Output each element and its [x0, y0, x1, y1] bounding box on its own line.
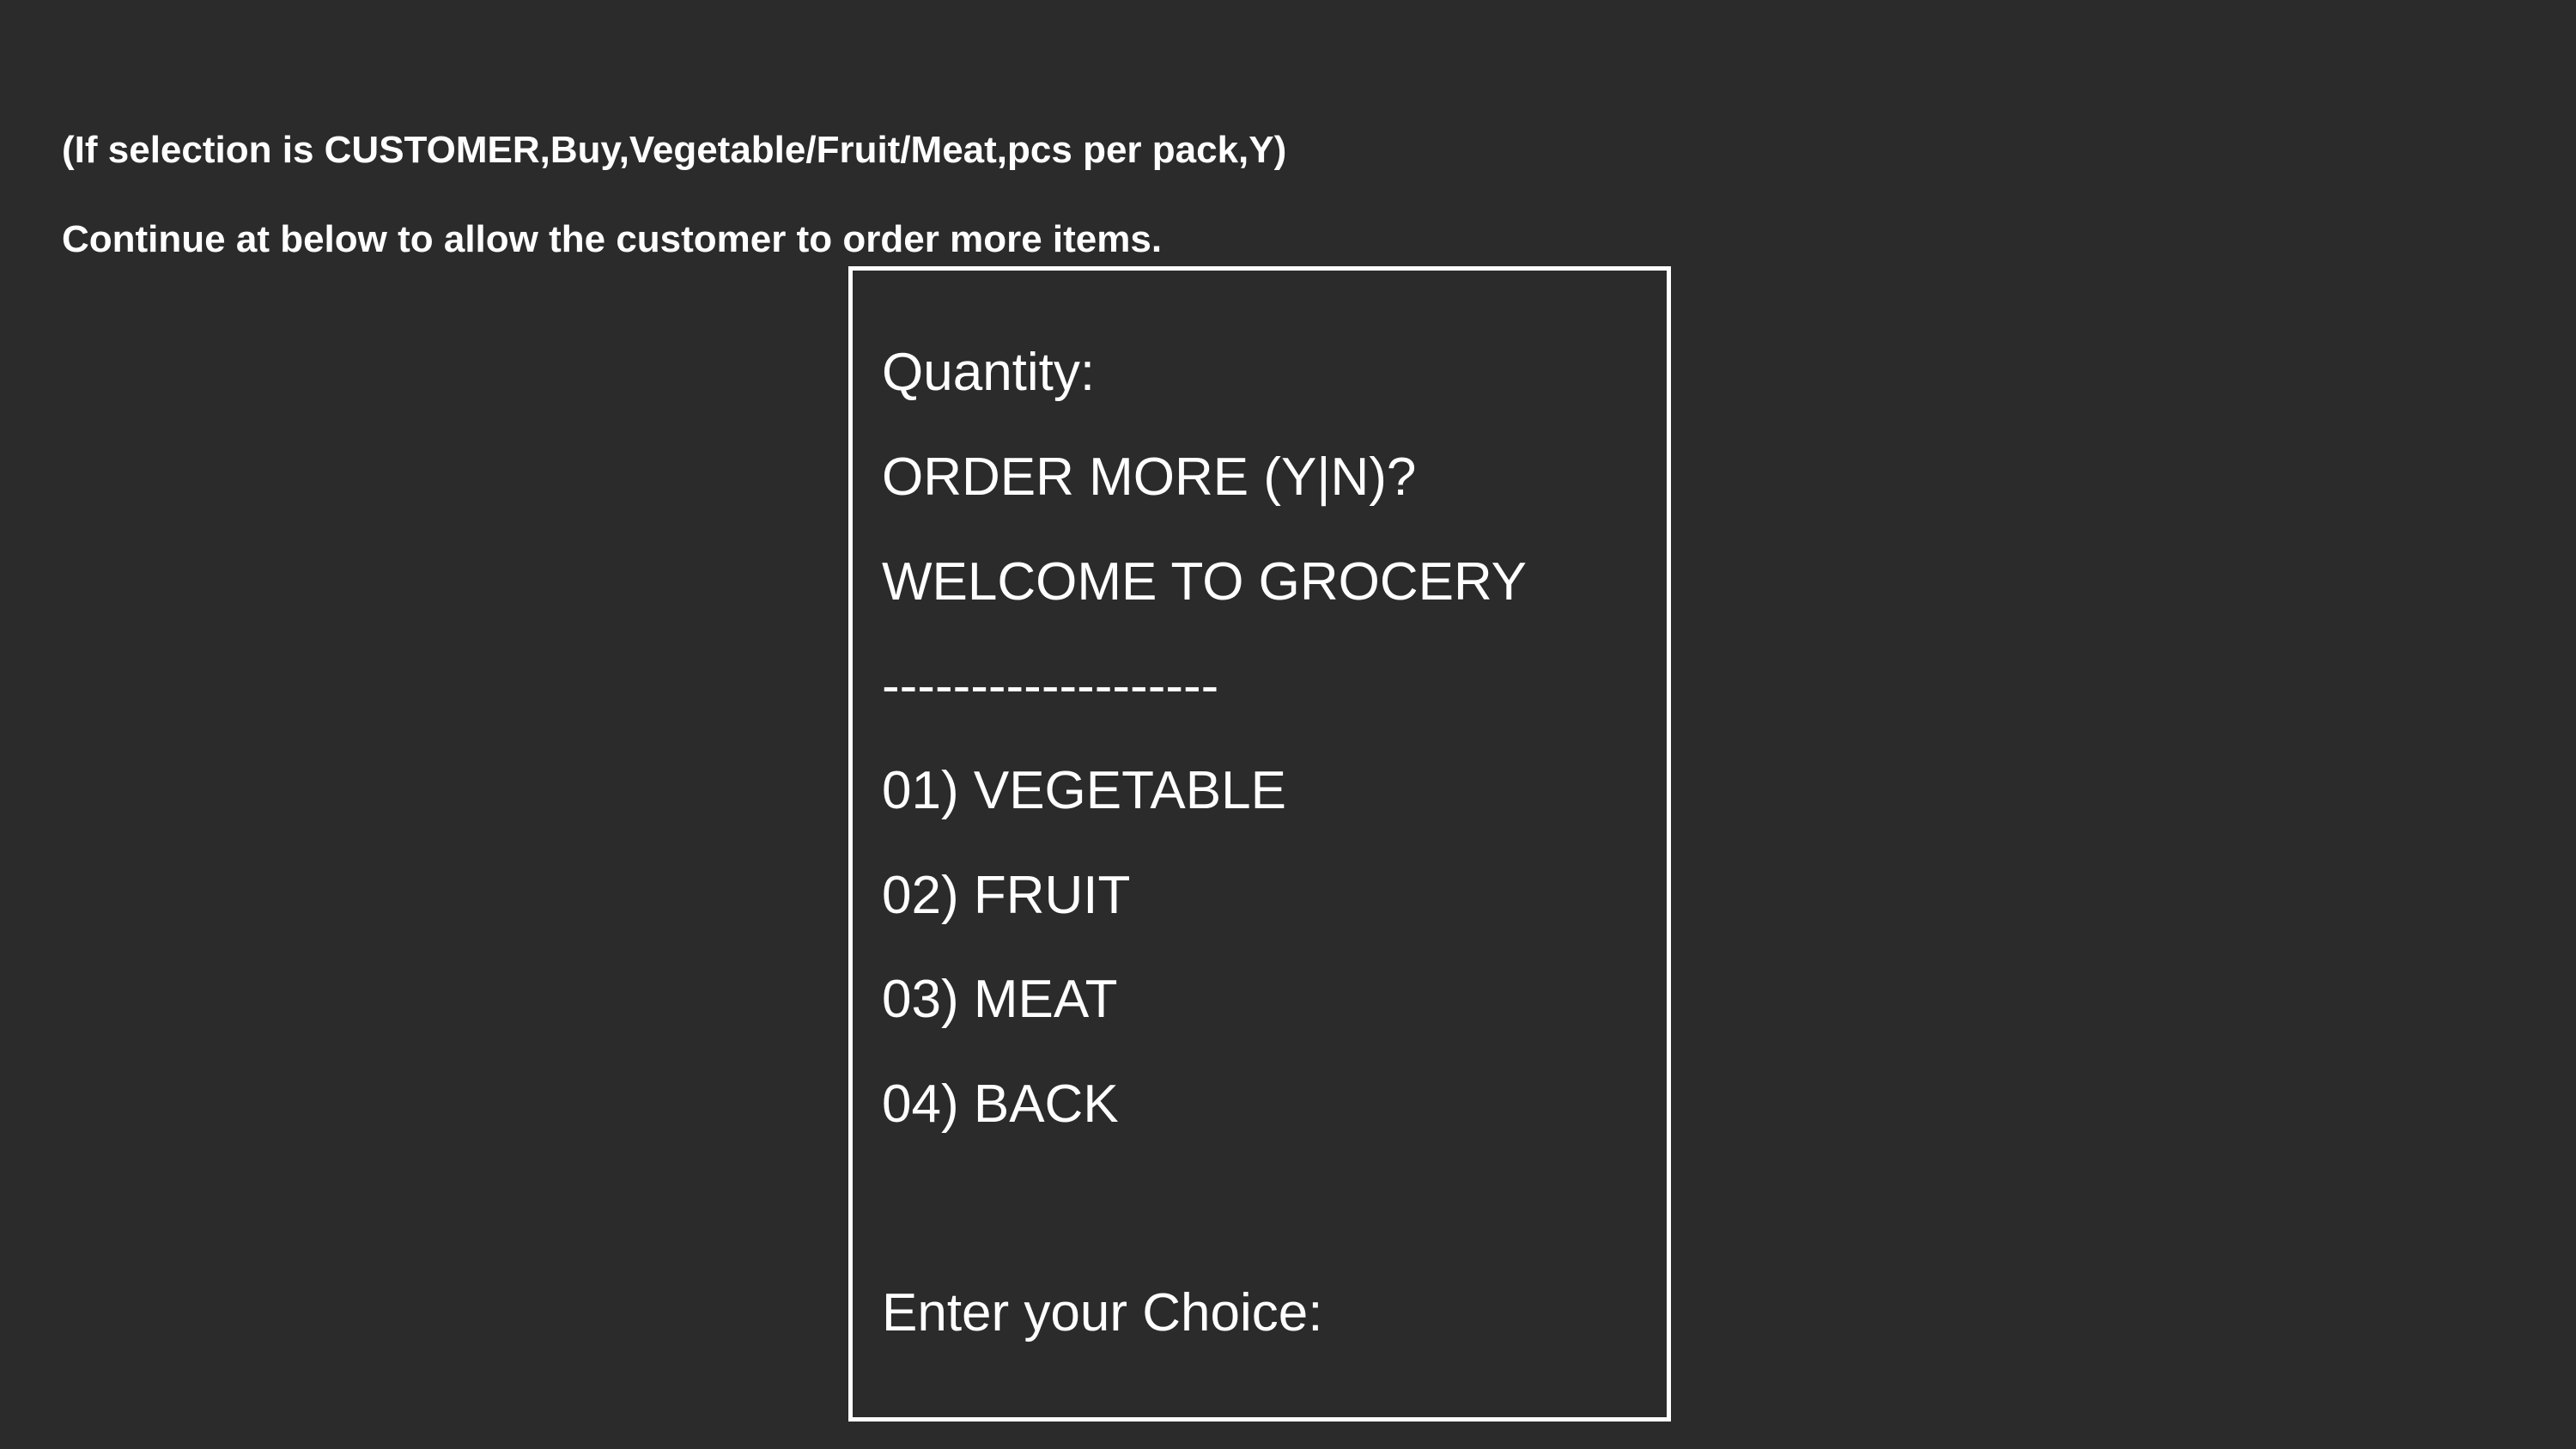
- quantity-prompt: Quantity:: [882, 343, 1096, 402]
- menu-separator: -------------------: [882, 656, 1219, 715]
- console-output-box: Quantity: ORDER MORE (Y|N)? WELCOME TO G…: [848, 266, 1671, 1422]
- welcome-title: WELCOME TO GROCERY: [882, 552, 1528, 612]
- menu-item-fruit: 02) FRUIT: [882, 866, 1131, 925]
- menu-item-vegetable: 01) VEGETABLE: [882, 761, 1286, 820]
- menu-item-meat: 03) MEAT: [882, 970, 1118, 1029]
- menu-item-back: 04) BACK: [882, 1075, 1119, 1134]
- choice-prompt: Enter your Choice:: [882, 1283, 1323, 1342]
- instruction-line-selection: (If selection is CUSTOMER,Buy,Vegetable/…: [62, 129, 1287, 171]
- instruction-line-continue: Continue at below to allow the customer …: [62, 218, 1163, 260]
- order-more-prompt: ORDER MORE (Y|N)?: [882, 447, 1417, 507]
